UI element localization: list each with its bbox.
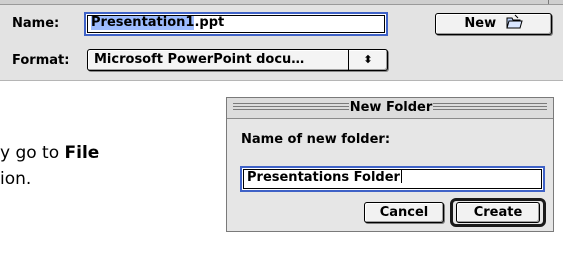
instruction-file-menu: File	[64, 143, 100, 163]
panel-top-divider	[548, 0, 549, 4]
folder-icon	[505, 14, 523, 37]
cancel-button[interactable]: Cancel	[364, 202, 444, 223]
file-extension: .ppt	[194, 15, 225, 30]
title-bar-stripes-left	[233, 103, 349, 112]
create-button[interactable]: Create	[456, 202, 540, 223]
instruction-text-1: y go to	[0, 143, 65, 163]
instruction-text-2: ion.	[0, 169, 32, 189]
save-dialog-panel: Name: Presentation1.ppt New Format: Micr…	[0, 0, 563, 81]
title-bar-stripes-right	[433, 103, 547, 112]
folder-name-value: Presentations Folder	[247, 170, 400, 185]
instruction-line-1: y go to File	[0, 143, 99, 163]
panel-top-edge	[0, 0, 563, 5]
new-folder-dialog: New Folder Name of new folder: Presentat…	[226, 97, 554, 232]
name-label: Name:	[12, 16, 60, 31]
selected-file-name: Presentation1	[91, 15, 195, 30]
new-button-label: New	[464, 16, 497, 31]
folder-name-input[interactable]: Presentations Folder	[240, 166, 545, 192]
format-popup-menu[interactable]: Microsoft PowerPoint docu… ⬍	[87, 49, 388, 71]
up-down-arrows-icon: ⬍	[348, 50, 387, 70]
format-selected-value: Microsoft PowerPoint docu…	[94, 52, 305, 67]
file-name-input[interactable]: Presentation1.ppt	[84, 12, 388, 36]
instruction-line-2: ion.	[0, 169, 31, 189]
format-label: Format:	[12, 53, 70, 68]
folder-name-prompt: Name of new folder:	[241, 132, 391, 147]
dialog-title: New Folder	[349, 98, 433, 118]
default-button-ring: Create	[450, 198, 546, 227]
new-folder-button[interactable]: New	[435, 13, 552, 35]
text-caret	[400, 169, 402, 183]
dialog-title-bar[interactable]: New Folder	[227, 98, 553, 119]
